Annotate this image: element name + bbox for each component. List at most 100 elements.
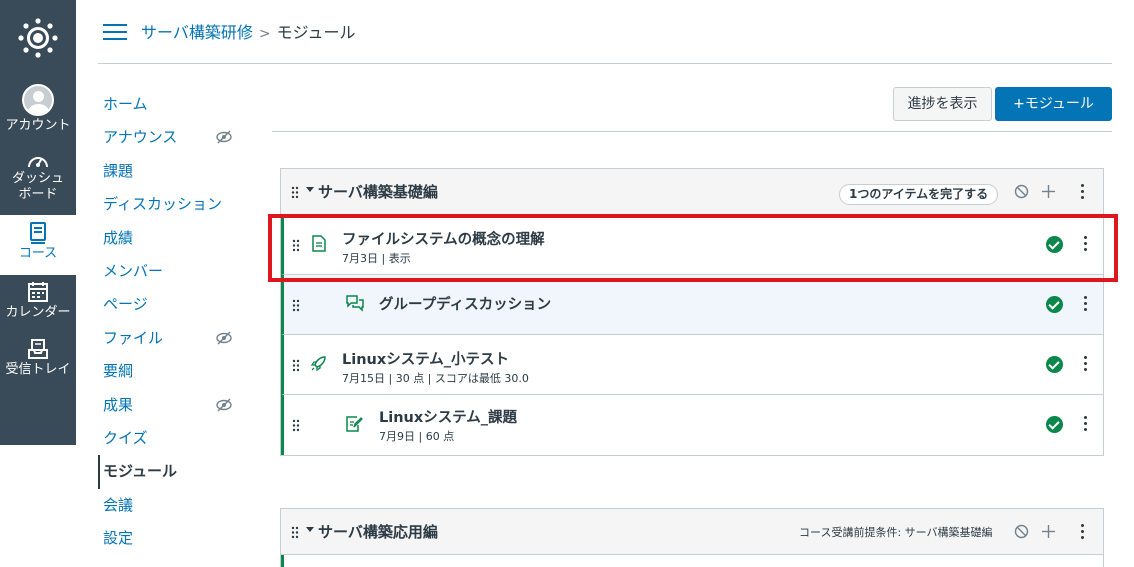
drag-handle-icon[interactable] (292, 359, 300, 372)
course-nav: ホーム アナウンス 課題 ディスカッション 成績 メンバー ページ ファイル 要… (98, 88, 248, 555)
course-nav-label: メンバー (103, 261, 164, 280)
module-panel: サーバ構築基礎編 1つのアイテムを完了する ファイルシステムの概念の理解 7月3… (280, 168, 1104, 456)
hidden-eye-slash-icon (216, 130, 232, 144)
course-nav-label: ホーム (103, 95, 148, 113)
course-nav-label: ページ (103, 295, 148, 314)
add-module-button[interactable]: +モジュール (995, 87, 1112, 121)
course-nav-files[interactable]: ファイル (98, 322, 248, 355)
module-item-title-link[interactable]: Linuxシステム_課題 (379, 409, 517, 427)
collapse-caret-icon[interactable] (306, 187, 314, 192)
module-item-strip (281, 555, 1103, 567)
unpublish-cancel-icon[interactable] (1014, 184, 1029, 199)
module-panel: サーバ構築応用編 コース受講前提条件: サーバ構築基礎編 (280, 508, 1104, 567)
hidden-eye-slash-icon (216, 331, 232, 345)
collapse-caret-icon[interactable] (306, 527, 314, 532)
course-nav-label: 設定 (103, 529, 134, 548)
module-item-meta: 7月15日 | 30 点 | スコアは最低 30.0 (342, 372, 529, 385)
course-nav-grades[interactable]: 成績 (98, 222, 248, 255)
drag-handle-icon[interactable] (292, 299, 300, 312)
global-nav-calendar-label: カレンダー (5, 305, 71, 320)
course-nav-label: 要綱 (103, 362, 134, 381)
course-nav-conferences[interactable]: 会議 (98, 489, 248, 522)
module-item-title-link[interactable]: Linuxシステム_小テスト (342, 351, 509, 369)
course-nav-pages[interactable]: ページ (98, 288, 248, 321)
unpublish-cancel-icon[interactable] (1014, 524, 1029, 539)
course-nav-label: アナウンス (103, 128, 178, 147)
module-item-title-link[interactable]: ファイルシステムの概念の理解 (342, 231, 545, 249)
course-nav-outcomes[interactable]: 成果 (98, 389, 248, 422)
global-nav-courses-label: コース (18, 246, 58, 261)
header-divider (98, 63, 1112, 64)
drag-handle-icon[interactable] (291, 186, 299, 199)
global-nav-dashboard[interactable]: ダッシュ ボード (0, 151, 76, 203)
item-menu-kebab-icon[interactable] (1081, 416, 1089, 433)
course-nav-settings[interactable]: 設定 (98, 522, 248, 555)
item-menu-kebab-icon[interactable] (1081, 236, 1089, 253)
global-nav-inbox[interactable]: 受信トレイ (0, 338, 76, 378)
discussion-icon (346, 295, 364, 312)
drag-handle-icon[interactable] (292, 419, 300, 432)
requirement-badge: 1つのアイテムを完了する (839, 184, 999, 205)
course-nav-modules[interactable]: モジュール (98, 455, 248, 489)
course-nav-label: ファイル (103, 328, 164, 347)
course-nav-label: 会議 (103, 495, 134, 514)
module-item[interactable]: Linuxシステム_課題 7月9日 | 60 点 (281, 395, 1103, 455)
published-check-icon[interactable] (1046, 236, 1063, 253)
published-check-icon[interactable] (1046, 356, 1063, 373)
module-item-title-link[interactable]: グループディスカッション (379, 296, 551, 314)
global-nav-dashboard-label-1: ダッシュ (11, 171, 64, 186)
published-check-icon[interactable] (1046, 416, 1063, 433)
course-nav-label: 成績 (103, 228, 134, 247)
course-nav-label: 課題 (103, 161, 134, 180)
course-nav-announcements[interactable]: アナウンス (98, 121, 248, 154)
dashboard-gauge-icon (28, 157, 48, 168)
course-nav-assignments[interactable]: 課題 (98, 155, 248, 188)
global-nav-inbox-label: 受信トレイ (5, 362, 71, 377)
global-nav-courses[interactable]: コース (0, 215, 76, 275)
module-menu-kebab-icon[interactable] (1078, 524, 1086, 541)
add-item-plus-icon[interactable] (1041, 524, 1056, 539)
module-menu-kebab-icon[interactable] (1078, 184, 1086, 201)
published-check-icon[interactable] (1046, 296, 1063, 313)
module-item[interactable]: グループディスカッション (281, 275, 1103, 335)
module-title: サーバ構築基礎編 (318, 183, 438, 201)
quiz-rocket-icon (310, 356, 326, 372)
module-item-meta: 7月3日 | 表示 (342, 252, 411, 265)
inbox-tray-icon (28, 339, 48, 359)
courses-book-icon (30, 222, 46, 244)
course-nav-quizzes[interactable]: クイズ (98, 422, 248, 455)
drag-handle-icon[interactable] (292, 239, 300, 252)
course-nav-syllabus[interactable]: 要綱 (98, 355, 248, 388)
avatar (22, 84, 54, 116)
toolbar-divider (272, 131, 1112, 132)
global-nav-account-label: アカウント (5, 118, 71, 133)
breadcrumb: サーバ構築研修 > モジュール (141, 22, 355, 45)
course-nav-label: モジュール (103, 462, 177, 481)
view-progress-button[interactable]: 進捗を表示 (893, 87, 992, 121)
item-menu-kebab-icon[interactable] (1081, 356, 1089, 373)
drag-handle-icon[interactable] (291, 526, 299, 539)
breadcrumb-course-link[interactable]: サーバ構築研修 (141, 23, 253, 42)
course-nav-people[interactable]: メンバー (98, 255, 248, 288)
course-nav-discussions[interactable]: ディスカッション (98, 188, 248, 221)
canvas-logo-icon[interactable] (16, 16, 60, 60)
module-item[interactable]: Linuxシステム_小テスト 7月15日 | 30 点 | スコアは最低 30.… (281, 335, 1103, 395)
breadcrumb-current: モジュール (276, 23, 356, 42)
module-title: サーバ構築応用編 (318, 523, 438, 541)
add-item-plus-icon[interactable] (1041, 184, 1056, 199)
prerequisite-text: コース受講前提条件: サーバ構築基礎編 (799, 526, 993, 539)
item-menu-kebab-icon[interactable] (1081, 296, 1089, 313)
module-item[interactable]: ファイルシステムの概念の理解 7月3日 | 表示 (281, 215, 1103, 275)
module-header: サーバ構築基礎編 1つのアイテムを完了する (281, 169, 1103, 215)
course-menu-toggle-button[interactable] (103, 24, 127, 42)
course-nav-label: クイズ (103, 428, 148, 447)
hidden-eye-slash-icon (216, 398, 232, 412)
global-nav-account[interactable]: アカウント (0, 84, 76, 134)
assignment-icon (346, 416, 363, 432)
page-icon (312, 235, 326, 252)
global-nav-calendar[interactable]: カレンダー (0, 281, 76, 321)
course-nav-label: ディスカッション (103, 195, 222, 214)
course-nav-home[interactable]: ホーム (98, 88, 248, 121)
global-nav-dashboard-label-2: ボード (18, 187, 58, 202)
global-nav: アカウント ダッシュ ボード コース カレンダー 受信トレイ (0, 0, 76, 445)
